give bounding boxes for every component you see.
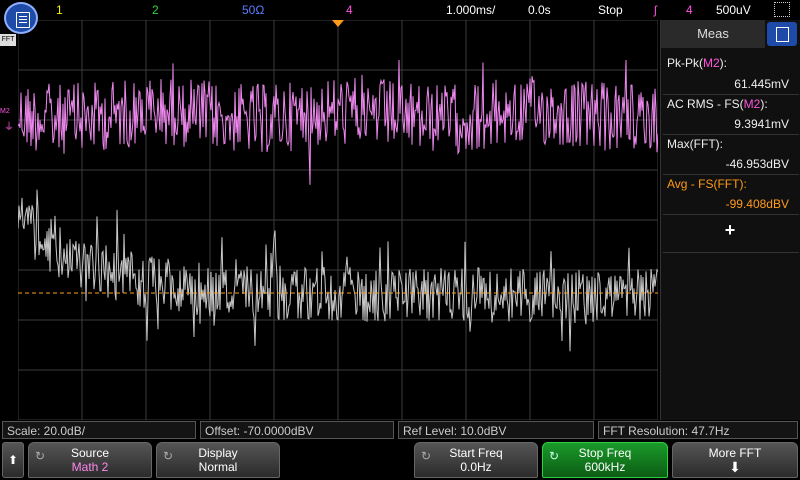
trigger-level[interactable]: 500uV (716, 3, 751, 17)
back-button[interactable]: ⬆ (2, 442, 24, 478)
start-freq-softkey[interactable]: ↻ Start Freq 0.0Hz (414, 442, 538, 478)
menu-icon (16, 12, 30, 28)
status-bar: 1 2 50Ω 4 1.000ms/ 0.0s Stop ʃ 4 500uV (0, 0, 800, 20)
meas-1-value: 61.445mV (734, 77, 789, 91)
meas-1-label[interactable]: Pk-Pk(M2): (667, 56, 727, 70)
divider (663, 94, 799, 95)
display-value: Normal (198, 460, 238, 474)
run-state: Stop (598, 3, 623, 17)
graticule (18, 20, 658, 420)
measurements-panel: Meas Pk-Pk(M2): 61.445mV AC RMS - FS(M2)… (660, 20, 800, 420)
channel-1-label[interactable]: 1 (56, 3, 63, 17)
display-softkey[interactable]: ↻ Display Normal (156, 442, 280, 478)
channel-2-label[interactable]: 2 (152, 3, 159, 17)
down-arrow-icon: ⬇ (729, 459, 741, 475)
delay-readout[interactable]: 0.0s (528, 3, 551, 17)
stop-freq-value: 600kHz (584, 460, 626, 474)
meas-4-value: -99.408dBV (725, 197, 789, 211)
main-menu-button[interactable] (4, 2, 38, 34)
display-title: Display (198, 446, 238, 460)
rotate-knob-icon: ↻ (35, 449, 46, 463)
scale-readout[interactable]: Scale: 20.0dB/ (2, 421, 196, 439)
trigger-source[interactable]: 4 (686, 3, 693, 17)
divider (663, 252, 799, 253)
divider (663, 174, 799, 175)
trigger-edge-icon: ʃ (654, 3, 657, 17)
start-freq-title: Start Freq (449, 446, 503, 460)
meas-3-value: -46.953dBV (725, 157, 789, 171)
ground-icon: ⏚ (4, 122, 14, 133)
more-fft-softkey[interactable]: More FFT ⬇ (672, 442, 798, 478)
waveform-display[interactable] (18, 20, 658, 420)
rotate-knob-icon: ↻ (549, 449, 560, 463)
offset-readout[interactable]: Offset: -70.0000dBV (200, 421, 394, 439)
fft-resolution-readout: FFT Resolution: 47.7Hz (598, 421, 798, 439)
up-arrow-icon: ⬆ (7, 453, 19, 467)
meas-4-label[interactable]: Avg - FS(FFT): (667, 177, 747, 191)
meas-3-label[interactable]: Max(FFT): (667, 137, 723, 151)
rotate-knob-icon: ↻ (421, 449, 432, 463)
source-softkey[interactable]: ↻ Source Math 2 (28, 442, 152, 478)
fft-channel-marker[interactable]: FFT (0, 34, 16, 46)
stop-freq-softkey[interactable]: ↻ Stop Freq 600kHz (542, 442, 668, 478)
m2-channel-marker[interactable]: M2 (0, 108, 14, 118)
stop-freq-title: Stop Freq (578, 446, 632, 460)
start-freq-value: 0.0Hz (460, 460, 492, 474)
divider (663, 214, 799, 215)
meas-2-value: 9.3941mV (734, 117, 789, 131)
channel-3-label[interactable]: 50Ω (242, 3, 264, 17)
fft-info-row: Scale: 20.0dB/ Offset: -70.0000dBV Ref L… (0, 420, 800, 440)
tab-meas[interactable]: Meas (661, 20, 765, 48)
source-title: Source (70, 446, 110, 460)
trigger-position-marker (332, 20, 344, 27)
divider (663, 134, 799, 135)
screenshot-icon[interactable] (774, 2, 790, 17)
timebase-readout[interactable]: 1.000ms/ (446, 3, 495, 17)
ref-level-readout[interactable]: Ref Level: 10.0dBV (398, 421, 594, 439)
channel-4-label[interactable]: 4 (346, 3, 353, 17)
rotate-knob-icon: ↻ (163, 449, 174, 463)
meas-2-label[interactable]: AC RMS - FS(M2): (667, 97, 768, 111)
more-fft-title: More FFT (708, 446, 762, 460)
softkey-bar: ⬆ ↻ Source Math 2 ↻ Display Normal ↻ Sta… (0, 440, 800, 480)
add-measurement-button[interactable]: + (661, 220, 799, 241)
panel-menu-button[interactable] (767, 22, 797, 46)
source-value: Math 2 (71, 460, 109, 474)
list-icon (776, 27, 789, 42)
